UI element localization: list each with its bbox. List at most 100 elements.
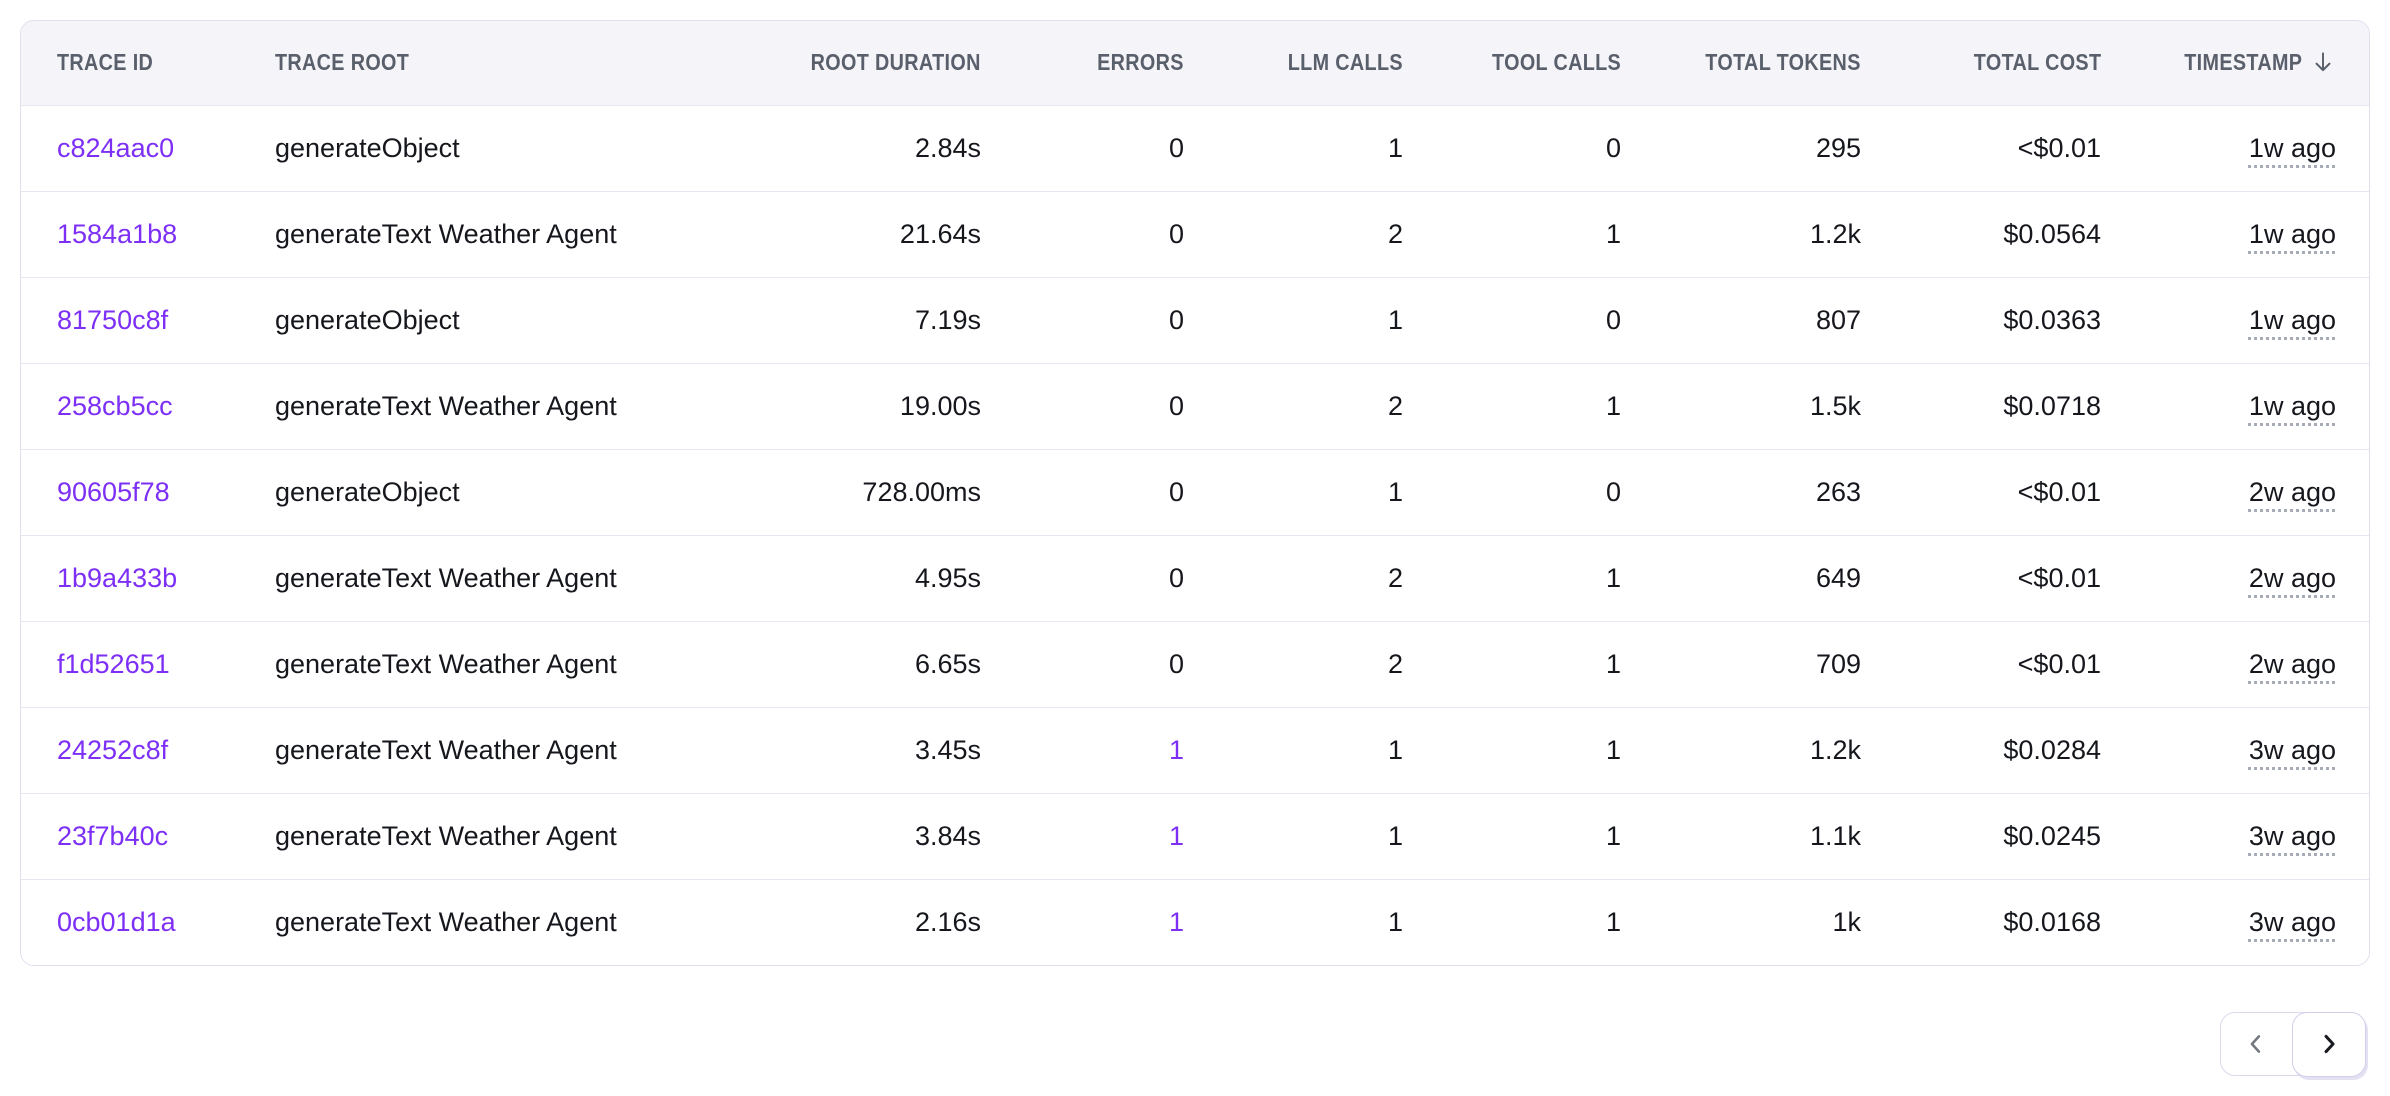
trace-id-link[interactable]: 0cb01d1a xyxy=(57,907,176,937)
table-row: 0cb01d1agenerateText Weather Agent2.16s1… xyxy=(21,879,2370,965)
trace-root-cell: generateText Weather Agent xyxy=(257,879,677,965)
column-header-label: TRACE ROOT xyxy=(275,49,409,76)
llm-calls-cell: 2 xyxy=(1184,621,1403,707)
timestamp-value[interactable]: 1w ago xyxy=(2249,219,2336,249)
total-tokens-cell: 1k xyxy=(1621,879,1861,965)
llm-calls-cell: 2 xyxy=(1184,191,1403,277)
timestamp-value[interactable]: 1w ago xyxy=(2249,305,2336,335)
errors-cell: 0 xyxy=(981,105,1184,191)
trace-id-link[interactable]: 1584a1b8 xyxy=(57,219,177,249)
trace-id-link[interactable]: 23f7b40c xyxy=(57,821,168,851)
timestamp-value[interactable]: 2w ago xyxy=(2249,563,2336,593)
trace-id-cell: 81750c8f xyxy=(21,277,257,363)
errors-cell: 1 xyxy=(981,793,1184,879)
column-header-label: ERRORS xyxy=(1097,49,1184,76)
tool-calls-cell: 1 xyxy=(1403,621,1621,707)
timestamp-value[interactable]: 2w ago xyxy=(2249,649,2336,679)
column-header-label: TIMESTAMP xyxy=(2184,49,2302,76)
trace-id-link[interactable]: 1b9a433b xyxy=(57,563,177,593)
errors-value: 1 xyxy=(1169,735,1184,765)
timestamp-cell: 1w ago xyxy=(2101,363,2370,449)
errors-cell: 0 xyxy=(981,449,1184,535)
total-tokens-cell: 649 xyxy=(1621,535,1861,621)
total-cost-cell: <$0.01 xyxy=(1861,621,2101,707)
root-duration-cell: 728.00ms xyxy=(677,449,981,535)
total-cost-cell: <$0.01 xyxy=(1861,105,2101,191)
total-cost-cell: $0.0245 xyxy=(1861,793,2101,879)
table-row: 24252c8fgenerateText Weather Agent3.45s1… xyxy=(21,707,2370,793)
timestamp-value[interactable]: 1w ago xyxy=(2249,391,2336,421)
llm-calls-cell: 1 xyxy=(1184,105,1403,191)
next-page-button[interactable] xyxy=(2292,1012,2366,1077)
column-header-label: TOTAL COST xyxy=(1973,49,2101,76)
column-header-root-duration[interactable]: ROOT DURATION xyxy=(677,21,981,105)
column-header-trace-root[interactable]: TRACE ROOT xyxy=(257,21,677,105)
llm-calls-cell: 1 xyxy=(1184,879,1403,965)
column-header-total-tokens[interactable]: TOTAL TOKENS xyxy=(1621,21,1861,105)
chevron-left-icon xyxy=(2242,1030,2270,1058)
trace-root-cell: generateText Weather Agent xyxy=(257,363,677,449)
column-header-llm-calls[interactable]: LLM CALLS xyxy=(1184,21,1403,105)
timestamp-value[interactable]: 3w ago xyxy=(2249,735,2336,765)
timestamp-cell: 1w ago xyxy=(2101,191,2370,277)
trace-id-link[interactable]: 81750c8f xyxy=(57,305,168,335)
trace-id-cell: 24252c8f xyxy=(21,707,257,793)
tool-calls-cell: 1 xyxy=(1403,707,1621,793)
arrow-down-icon xyxy=(2310,49,2336,75)
errors-cell: 1 xyxy=(981,879,1184,965)
tool-calls-cell: 0 xyxy=(1403,277,1621,363)
column-header-trace-id[interactable]: TRACE ID xyxy=(21,21,257,105)
timestamp-value[interactable]: 2w ago xyxy=(2249,477,2336,507)
table-body: c824aac0generateObject2.84s010295<$0.011… xyxy=(21,105,2370,965)
trace-id-link[interactable]: 258cb5cc xyxy=(57,391,173,421)
tool-calls-cell: 0 xyxy=(1403,105,1621,191)
column-header-label: LLM CALLS xyxy=(1288,49,1403,76)
errors-value: 0 xyxy=(1169,219,1184,249)
trace-id-link[interactable]: 90605f78 xyxy=(57,477,170,507)
table-row: 23f7b40cgenerateText Weather Agent3.84s1… xyxy=(21,793,2370,879)
errors-cell: 0 xyxy=(981,535,1184,621)
tool-calls-cell: 0 xyxy=(1403,449,1621,535)
column-header-errors[interactable]: ERRORS xyxy=(981,21,1184,105)
trace-id-link[interactable]: 24252c8f xyxy=(57,735,168,765)
trace-id-link[interactable]: c824aac0 xyxy=(57,133,174,163)
column-header-tool-calls[interactable]: TOOL CALLS xyxy=(1403,21,1621,105)
errors-cell: 0 xyxy=(981,363,1184,449)
timestamp-value[interactable]: 3w ago xyxy=(2249,907,2336,937)
errors-value: 0 xyxy=(1169,391,1184,421)
llm-calls-cell: 2 xyxy=(1184,363,1403,449)
errors-value: 0 xyxy=(1169,133,1184,163)
table-row: 258cb5ccgenerateText Weather Agent19.00s… xyxy=(21,363,2370,449)
errors-value: 0 xyxy=(1169,563,1184,593)
table-header: TRACE ID TRACE ROOT ROOT DURATION ERRORS LLM… xyxy=(21,21,2370,105)
table-row: 1b9a433b generateText Weather Agent4.95s 0… xyxy=(21,535,2370,621)
total-tokens-cell: 1.2k xyxy=(1621,707,1861,793)
trace-id-cell: f1d52651 xyxy=(21,621,257,707)
timestamp-value[interactable]: 3w ago xyxy=(2249,821,2336,851)
column-header-timestamp[interactable]: TIMESTAMP xyxy=(2101,21,2370,105)
errors-value: 1 xyxy=(1169,907,1184,937)
trace-root-cell: generateObject xyxy=(257,277,677,363)
column-header-label: TOTAL TOKENS xyxy=(1706,49,1861,76)
total-tokens-cell: 295 xyxy=(1621,105,1861,191)
column-header-total-cost[interactable]: TOTAL COST xyxy=(1861,21,2101,105)
root-duration-cell: 4.95s xyxy=(677,535,981,621)
timestamp-cell: 2w ago xyxy=(2101,449,2370,535)
trace-id-link[interactable]: f1d52651 xyxy=(57,649,170,679)
prev-page-button[interactable] xyxy=(2221,1013,2292,1075)
trace-root-cell: generateText Weather Agent xyxy=(257,535,677,621)
total-cost-cell: $0.0363 xyxy=(1861,277,2101,363)
llm-calls-cell: 1 xyxy=(1184,707,1403,793)
total-cost-cell: <$0.01 xyxy=(1861,449,2101,535)
trace-root-cell: generateText Weather Agent xyxy=(257,621,677,707)
errors-value: 0 xyxy=(1169,477,1184,507)
root-duration-cell: 21.64s xyxy=(677,191,981,277)
table-row: 90605f78generateObject728.00ms010263<$0.… xyxy=(21,449,2370,535)
tool-calls-cell: 1 xyxy=(1403,535,1621,621)
column-header-label: TRACE ID xyxy=(57,49,153,76)
pagination xyxy=(2220,1012,2366,1076)
timestamp-value[interactable]: 1w ago xyxy=(2249,133,2336,163)
total-cost-cell: $0.0718 xyxy=(1861,363,2101,449)
timestamp-cell: 2w ago xyxy=(2101,621,2370,707)
timestamp-cell: 3w ago xyxy=(2101,707,2370,793)
